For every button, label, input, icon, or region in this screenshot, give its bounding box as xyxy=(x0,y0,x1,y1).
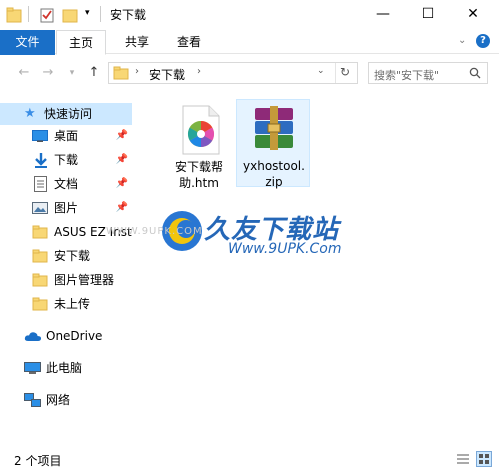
large-icons-view-icon[interactable] xyxy=(476,451,492,467)
search-icon[interactable] xyxy=(469,67,481,79)
up-button[interactable]: ↑ xyxy=(84,64,104,82)
window-title: 安下载 xyxy=(110,8,147,22)
nav-item-documents[interactable]: 文档 📌 xyxy=(0,173,132,195)
breadcrumb-item[interactable]: 安下载 xyxy=(149,66,185,83)
address-toolbar: ← → ▾ ↑ › 安下载 › ⌄ ↻ 搜索"安下载" xyxy=(0,55,499,91)
address-dropdown-icon[interactable]: ⌄ xyxy=(317,66,325,76)
pin-icon[interactable]: 📌 xyxy=(116,125,128,147)
nav-onedrive[interactable]: OneDrive xyxy=(0,325,132,347)
help-icon[interactable]: ? xyxy=(476,34,490,48)
navigation-pane: ★ 快速访问 桌面 📌 下载 📌 文档 📌 图片 📌 ASUS EZ Insta… xyxy=(0,91,136,446)
pin-icon[interactable]: 📌 xyxy=(116,173,128,195)
computer-icon xyxy=(24,362,41,374)
folder-icon xyxy=(6,7,22,23)
network-icon xyxy=(24,393,41,407)
folder-icon xyxy=(32,297,48,311)
winrar-archive-icon xyxy=(255,106,293,150)
expand-ribbon-icon[interactable]: ⌄ xyxy=(458,35,466,46)
file-name: yxhostool. zip xyxy=(243,159,305,189)
properties-icon[interactable] xyxy=(40,6,54,24)
document-icon xyxy=(34,176,47,192)
file-item-zip[interactable]: yxhostool. zip xyxy=(236,99,310,189)
tab-share[interactable]: 共享 xyxy=(112,30,162,54)
recent-locations-button[interactable]: ▾ xyxy=(62,64,82,82)
chevron-right-icon[interactable]: › xyxy=(197,66,201,77)
address-field[interactable]: › 安下载 › ⌄ ↻ xyxy=(108,62,358,84)
title-bar: ▾ 安下载 — ☐ ✕ xyxy=(0,0,499,30)
watermark-url: Www.9UPK.Com xyxy=(228,241,342,257)
close-button[interactable]: ✕ xyxy=(453,0,493,28)
file-name: 安下载帮 助.htm xyxy=(174,160,223,190)
nav-this-pc[interactable]: 此电脑 xyxy=(0,357,132,379)
tab-home[interactable]: 主页 xyxy=(56,30,106,55)
refresh-icon[interactable]: ↻ xyxy=(340,65,350,79)
desktop-icon xyxy=(32,130,48,142)
tab-view[interactable]: 查看 xyxy=(164,30,214,54)
folder-icon xyxy=(32,273,48,287)
back-button[interactable]: ← xyxy=(14,64,34,82)
pin-icon[interactable]: 📌 xyxy=(116,197,128,219)
status-bar: 2 个项目 xyxy=(0,446,499,472)
minimize-button[interactable]: — xyxy=(363,0,403,28)
folder-icon xyxy=(32,225,48,239)
nav-item-image-manager[interactable]: 图片管理器 xyxy=(0,269,132,291)
search-input[interactable]: 搜索"安下载" xyxy=(368,62,488,84)
folder-icon xyxy=(32,249,48,263)
pin-icon[interactable]: 📌 xyxy=(116,149,128,171)
picture-icon xyxy=(32,202,48,214)
details-view-icon[interactable] xyxy=(456,453,470,465)
nav-item-downloads[interactable]: 下载 📌 xyxy=(0,149,132,171)
watermark-faint-text: WWW.9UPK.COM xyxy=(106,226,203,237)
item-count: 2 个项目 xyxy=(14,454,62,468)
nav-item-anxiazai[interactable]: 安下载 xyxy=(0,245,132,267)
star-icon: ★ xyxy=(24,106,36,121)
customize-quick-access-icon[interactable]: ▾ xyxy=(85,8,90,18)
nav-item-desktop[interactable]: 桌面 📌 xyxy=(0,125,132,147)
new-folder-icon[interactable] xyxy=(62,6,78,24)
ribbon: 文件 主页 共享 查看 ⌄ ? xyxy=(0,30,499,118)
file-item-htm[interactable]: 安下载帮 助.htm xyxy=(162,101,236,190)
folder-icon xyxy=(113,66,129,80)
cloud-icon xyxy=(24,332,42,341)
search-placeholder: 搜索"安下载" xyxy=(374,69,440,82)
file-list: 安下载帮 助.htm yxhostool. zip xyxy=(140,91,499,446)
nav-network[interactable]: 网络 xyxy=(0,389,132,411)
maximize-button[interactable]: ☐ xyxy=(408,0,448,28)
download-icon xyxy=(35,153,47,168)
nav-quick-access[interactable]: ★ 快速访问 xyxy=(0,103,132,125)
chevron-right-icon[interactable]: › xyxy=(135,66,139,77)
html-file-icon xyxy=(182,105,220,155)
forward-button[interactable]: → xyxy=(38,64,58,82)
nav-item-pictures[interactable]: 图片 📌 xyxy=(0,197,132,219)
nav-item-not-uploaded[interactable]: 未上传 xyxy=(0,293,132,315)
